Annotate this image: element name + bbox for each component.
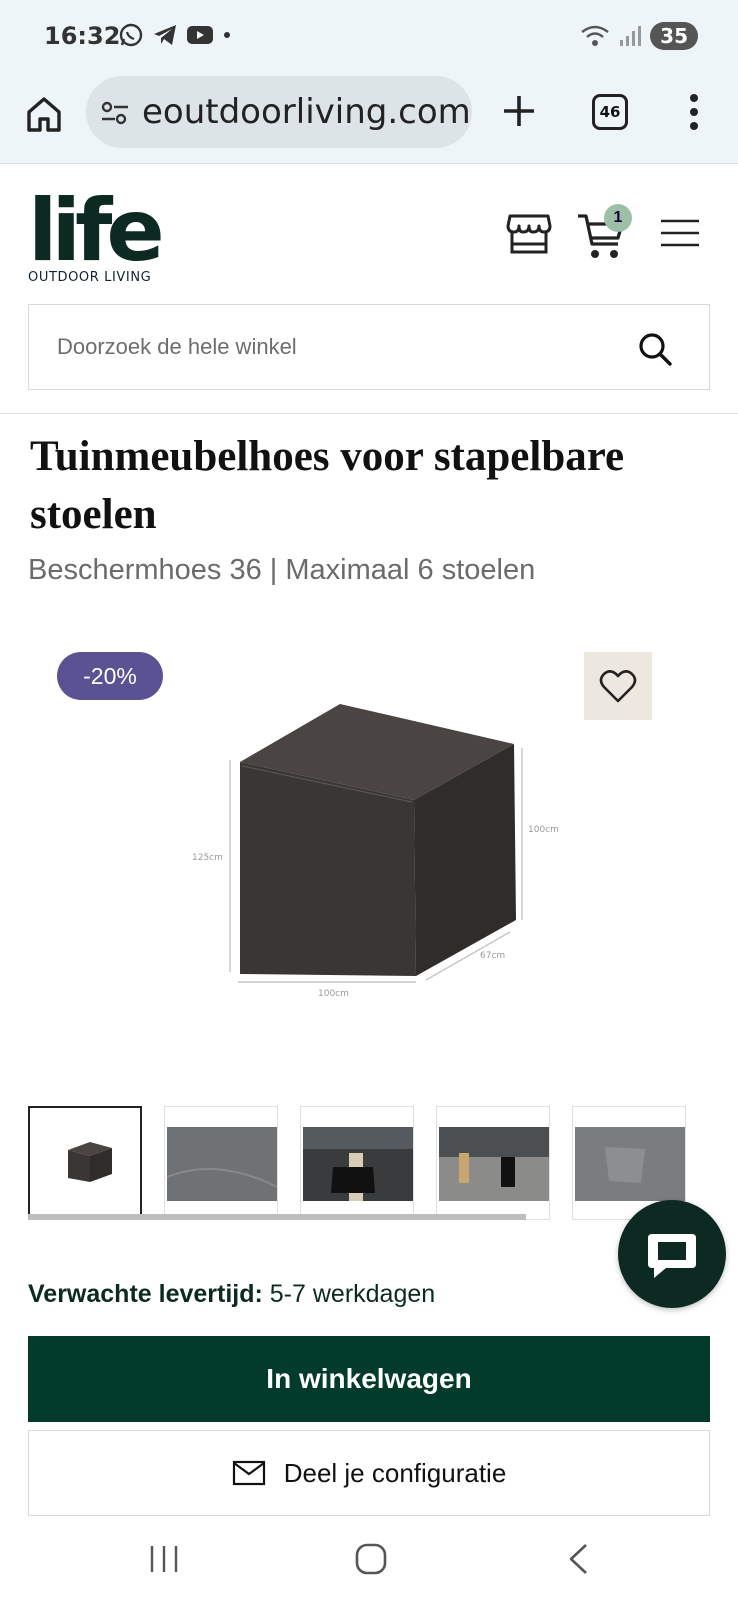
youtube-icon (187, 26, 213, 44)
thumbnail-strip (28, 1106, 708, 1222)
discount-badge: -20% (57, 652, 163, 700)
add-to-cart-button[interactable]: In winkelwagen (28, 1336, 710, 1422)
share-configuration-button[interactable]: Deel je configuratie (28, 1430, 710, 1516)
more-options-icon[interactable] (686, 90, 702, 134)
product-title: Tuinmeubelhoes voor stapelbare stoelen (30, 433, 625, 538)
wifi-icon (581, 25, 609, 46)
logo-wordmark: life (28, 182, 161, 281)
logo-subtitle: OUTDOOR LIVING (28, 270, 152, 285)
delivery-label: Verwachte levertijd: (28, 1280, 263, 1308)
dimension-width: 100cm (318, 989, 349, 999)
dimension-height-left: 125cm (192, 853, 223, 863)
product-image[interactable]: 125cm 100cm 67cm 100cm (190, 700, 570, 1020)
share-label: Deel je configuratie (283, 1457, 507, 1488)
heart-icon (599, 670, 637, 703)
search-icon[interactable] (637, 331, 673, 367)
hamburger-menu-icon[interactable] (660, 218, 700, 248)
back-icon[interactable] (566, 1542, 590, 1576)
dot-icon (224, 32, 230, 38)
chat-bubble-icon (648, 1234, 696, 1278)
dimension-height-right: 100cm (528, 825, 559, 835)
signal-icon (620, 26, 642, 46)
notification-icons (118, 22, 232, 48)
product-subtitle: Beschermhoes 36 | Maximaal 6 stoelen (28, 554, 536, 586)
thumbnail-image (68, 1142, 112, 1182)
search-input[interactable] (57, 327, 617, 367)
url-text: eoutdoorliving.com (142, 92, 471, 132)
status-time: 16:32 (44, 22, 121, 50)
site-settings-icon[interactable] (100, 98, 130, 128)
new-tab-icon[interactable] (500, 92, 538, 130)
thumbnail-4[interactable] (436, 1106, 550, 1220)
thumbnail-image (439, 1127, 549, 1201)
recent-apps-icon[interactable] (148, 1544, 180, 1574)
search-box (28, 304, 710, 390)
home-button-icon[interactable] (354, 1542, 388, 1576)
thumbnail-image (575, 1127, 685, 1201)
battery-indicator: 35 (650, 22, 698, 50)
dimension-depth: 67cm (480, 951, 505, 961)
thumbnail-scrollbar[interactable] (28, 1214, 526, 1220)
browser-toolbar: eoutdoorliving.com 46 (0, 72, 738, 164)
tab-switcher-button[interactable]: 46 (592, 94, 628, 130)
thumbnail-image (167, 1127, 277, 1201)
thumbnail-2[interactable] (164, 1106, 278, 1220)
wishlist-button[interactable] (584, 652, 652, 720)
store-icon[interactable] (506, 210, 552, 256)
mail-icon (232, 1460, 265, 1486)
header-divider (0, 413, 738, 414)
telegram-icon (154, 25, 176, 45)
thumbnail-1[interactable] (28, 1106, 142, 1220)
thumbnail-3[interactable] (300, 1106, 414, 1220)
chat-button[interactable] (618, 1200, 726, 1308)
android-navigation-bar (0, 1516, 738, 1600)
home-icon[interactable] (24, 94, 64, 134)
system-icons: 35 (580, 22, 698, 50)
delivery-info: Verwachte levertijd: 5-7 werkdagen (28, 1280, 435, 1309)
delivery-value: 5-7 werkdagen (269, 1280, 436, 1308)
site-logo[interactable]: life (28, 182, 168, 282)
status-bar: 16:32 35 (0, 0, 738, 72)
thumbnail-image (303, 1127, 413, 1201)
address-bar[interactable]: eoutdoorliving.com (86, 76, 472, 148)
cart-count-badge: 1 (604, 204, 632, 232)
whatsapp-icon (119, 23, 143, 47)
